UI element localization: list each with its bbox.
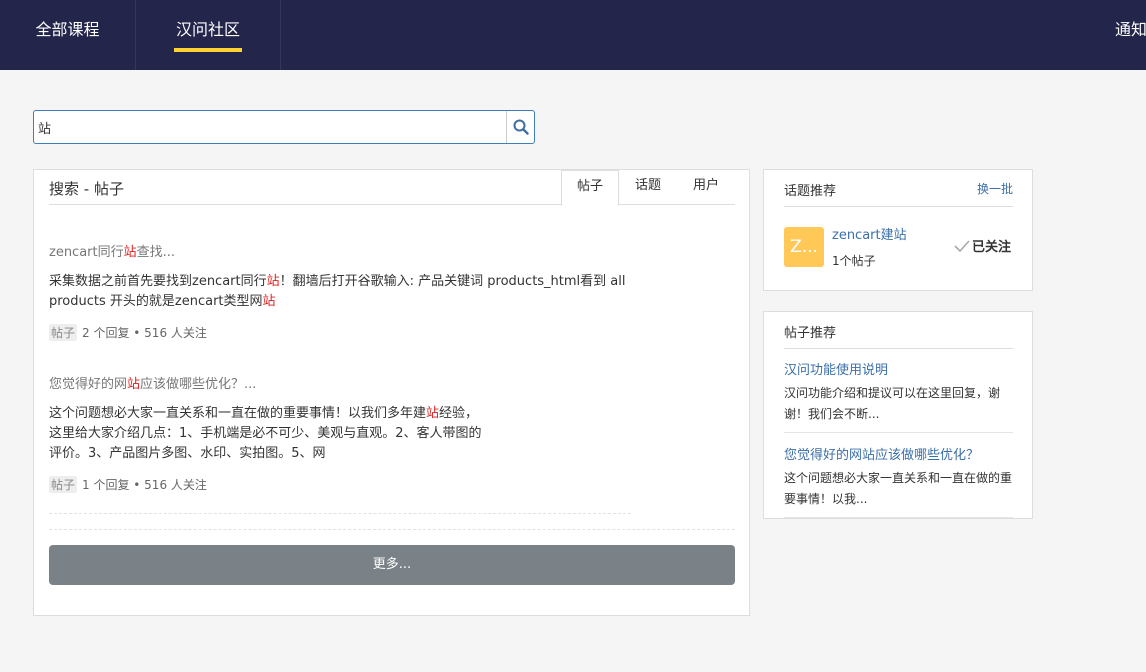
post-recommend-title: 帖子推荐	[784, 326, 837, 341]
recommended-post-link[interactable]: 您觉得好的网站应该做哪些优化？	[784, 444, 1013, 463]
top-navigation: 全部课程 汉问社区 通知	[0, 0, 1146, 70]
page-title: 搜索 - 帖子	[49, 180, 124, 198]
load-more-button[interactable]: 更多...	[49, 545, 735, 585]
results-header: 搜索 - 帖子 帖子 话题 用户	[49, 170, 735, 206]
nav-community-label: 汉问社区	[175, 20, 240, 39]
topic-name-link[interactable]: zencart建站	[832, 224, 907, 243]
nav-notifications[interactable]: 通知	[1108, 0, 1146, 70]
topic-thumbnail[interactable]: Z...	[784, 227, 824, 267]
post-stats: 2 个回复 • 516 人关注	[82, 326, 207, 340]
post-title-link[interactable]: zencart同行站查找...	[49, 241, 639, 260]
refresh-topics-link[interactable]: 换一批	[977, 180, 1013, 197]
post-stats: 1 个回复 • 516 人关注	[82, 478, 207, 492]
post-item: 您觉得好的网站应该做哪些优化？... 这个问题想必大家一直关系和一直在做的重要事…	[49, 373, 639, 493]
recommended-post: 汉问功能使用说明 汉问功能介绍和提议可以在这里回复，谢谢！我们会不断...	[784, 359, 1013, 425]
tab-topics[interactable]: 话题	[619, 170, 677, 205]
post-excerpt: 采集数据之前首先要找到zencart同行站！翻墙后打开谷歌输入: 产品关键词 p…	[49, 274, 626, 309]
search-icon	[513, 119, 529, 135]
divider	[784, 517, 1013, 518]
recommended-post-excerpt: 这个问题想必大家一直关系和一直在做的重要事情！以我...	[784, 471, 1013, 506]
recommended-post: 您觉得好的网站应该做哪些优化？ 这个问题想必大家一直关系和一直在做的重要事情！以…	[784, 444, 1013, 510]
nav-all-courses[interactable]: 全部课程	[0, 0, 136, 70]
topic-recommend-header: 话题推荐 换一批	[784, 170, 1013, 207]
topic-recommend-panel: 话题推荐 换一批 Z... zencart建站 1个帖子 已关注	[763, 169, 1033, 291]
topic-post-count: 1个帖子	[832, 254, 876, 268]
post-excerpt: 这个问题想必大家一直关系和一直在做的重要事情！以我们多年建站经验， 这里给大家介…	[49, 406, 482, 461]
divider	[784, 432, 1013, 433]
check-icon	[954, 239, 970, 252]
post-type-tag[interactable]: 帖子	[49, 476, 78, 493]
post-title-link[interactable]: 您觉得好的网站应该做哪些优化？...	[49, 373, 639, 392]
post-recommend-panel: 帖子推荐 汉问功能使用说明 汉问功能介绍和提议可以在这里回复，谢谢！我们会不断.…	[763, 311, 1033, 519]
topic-recommend-title: 话题推荐	[784, 184, 837, 199]
follow-toggle[interactable]: 已关注	[954, 236, 1011, 255]
post-recommend-header: 帖子推荐	[784, 312, 1013, 349]
recommended-post-excerpt: 汉问功能介绍和提议可以在这里回复，谢谢！我们会不断...	[784, 386, 1001, 421]
search-input[interactable]	[38, 116, 504, 138]
nav-community[interactable]: 汉问社区	[136, 0, 281, 70]
active-nav-underline	[174, 48, 242, 52]
result-tabs: 帖子 话题 用户	[561, 170, 735, 206]
divider	[49, 513, 631, 514]
post-meta: 帖子 2 个回复 • 516 人关注	[49, 324, 639, 341]
search-box	[33, 110, 535, 144]
recommended-post-link[interactable]: 汉问功能使用说明	[784, 359, 1013, 378]
post-type-tag[interactable]: 帖子	[49, 324, 78, 341]
search-button[interactable]	[506, 111, 534, 143]
tab-users[interactable]: 用户	[677, 170, 735, 205]
search-results-panel: 搜索 - 帖子 帖子 话题 用户 zencart同行站查找... 采集数据之前首…	[33, 169, 750, 616]
divider	[49, 529, 735, 530]
follow-label: 已关注	[972, 240, 1012, 255]
tab-posts[interactable]: 帖子	[561, 170, 619, 206]
post-item: zencart同行站查找... 采集数据之前首先要找到zencart同行站！翻墙…	[49, 241, 639, 341]
post-meta: 帖子 1 个回复 • 516 人关注	[49, 476, 639, 493]
